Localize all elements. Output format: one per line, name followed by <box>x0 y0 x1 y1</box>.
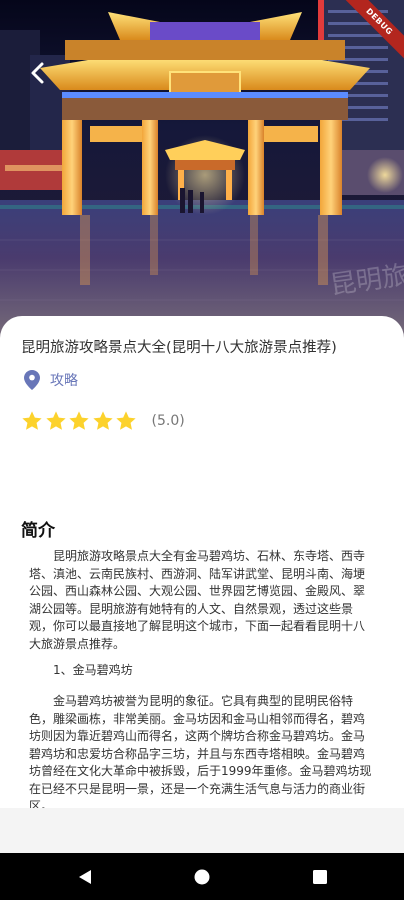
star-icon <box>45 411 66 430</box>
intro-heading: 简介 <box>21 521 55 541</box>
star-icon <box>22 411 42 430</box>
star-icon <box>116 411 136 430</box>
system-nav-bar <box>0 853 404 900</box>
circle-home-icon <box>194 869 210 885</box>
section-heading: 1、金马碧鸡坊 <box>53 663 133 677</box>
article-title: 昆明旅游攻略景点大全(昆明十八大旅游景点推荐) <box>21 340 337 356</box>
nav-recent-button[interactable] <box>310 867 330 887</box>
chevron-left-icon <box>31 62 44 84</box>
article-sheet: 昆明旅游攻略景点大全(昆明十八大旅游景点推荐) 攻略 (5.0) 简介 昆明旅游… <box>0 316 404 808</box>
bottom-bar <box>0 808 404 853</box>
back-button[interactable] <box>26 58 52 88</box>
nav-back-button[interactable] <box>75 867 95 887</box>
category-row: 攻略 <box>24 368 78 392</box>
star-icon <box>92 411 113 430</box>
hero-image: 昆明旅游 DEBUG <box>0 0 404 345</box>
gate-night-photo: 昆明旅游 <box>0 0 404 345</box>
star-icon <box>69 411 89 430</box>
screen: 昆明旅游 DEBUG 昆明旅游攻略景点大全(昆明十八大旅游景点推荐) 攻略 (5… <box>0 0 404 900</box>
section-paragraph: 金马碧鸡坊被誉为昆明的象征。它具有典型的昆明民俗特色，雕梁画栋，非常美丽。金马坊… <box>29 694 372 808</box>
rating-row: (5.0) <box>21 409 185 433</box>
nav-home-button[interactable] <box>192 867 212 887</box>
category-label: 攻略 <box>50 373 78 389</box>
map-pin-icon <box>24 370 40 390</box>
rating-score: (5.0) <box>151 413 185 429</box>
intro-paragraph: 昆明旅游攻略景点大全有金马碧鸡坊、石林、东寺塔、西寺塔、滇池、云南民族村、西游洞… <box>29 549 366 651</box>
square-recent-icon <box>313 870 327 884</box>
triangle-back-icon <box>79 870 91 884</box>
